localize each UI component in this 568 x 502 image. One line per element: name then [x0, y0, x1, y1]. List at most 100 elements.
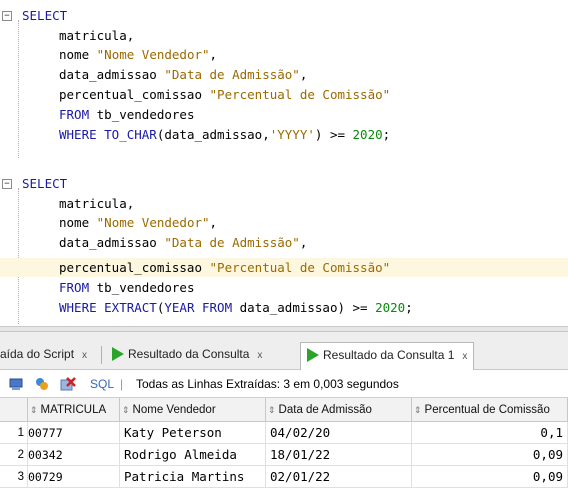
sql-link[interactable]: SQL [90, 370, 114, 398]
sql-string: "Nome Vendedor" [96, 215, 210, 230]
sql-string: 'YYYY' [269, 127, 315, 142]
sql-text: (data_admissao, [156, 127, 270, 142]
sql-table: tb_vendedores [96, 107, 195, 122]
collapse-icon[interactable]: − [2, 179, 12, 189]
sort-icon[interactable]: ⇕ [414, 398, 422, 422]
sql-string: "Percentual de Comissão" [209, 87, 391, 102]
tab-script-output[interactable]: aída do Script x [0, 342, 93, 370]
sql-column: nome [59, 47, 90, 62]
sql-keyword: SELECT [22, 8, 68, 23]
sql-text: ; [382, 127, 391, 142]
code-line[interactable]: − SELECT [0, 6, 568, 25]
code-line[interactable]: − SELECT [0, 174, 568, 193]
close-icon[interactable]: x [257, 350, 262, 361]
sql-keyword: SELECT [22, 176, 68, 191]
sql-number: 2020 [352, 127, 383, 142]
sql-keyword: FROM [59, 107, 90, 122]
cell-nome[interactable]: Rodrigo Almeida [120, 444, 266, 466]
sort-icon[interactable]: ⇕ [268, 398, 276, 422]
sql-number: 2020 [375, 300, 406, 315]
tab-divider [101, 346, 102, 364]
toolbar-divider: | [120, 377, 124, 391]
sql-column: data_admissao [59, 67, 157, 82]
sql-string: "Percentual de Comissão" [209, 260, 391, 275]
tab-query-result-1[interactable]: Resultado da Consulta 1 x [300, 342, 475, 370]
sql-keyword: WHERE EXTRACT [59, 300, 157, 315]
cell-matricula[interactable]: 00342 [28, 444, 120, 466]
sql-text: ) >= [314, 127, 345, 142]
code-line[interactable]: nome "Nome Vendedor", [0, 213, 568, 232]
pin-icon[interactable] [8, 376, 24, 392]
results-tab-bar: aída do Script x Resultado da Consulta x R… [0, 332, 568, 370]
tab-label: aída do Script [0, 347, 75, 361]
code-line[interactable]: WHERE TO_CHAR(data_admissao,'YYYY') >= 2… [0, 125, 568, 144]
cancel-icon[interactable] [60, 376, 76, 392]
column-header-percentual[interactable]: ⇕ Percentual de Comissão [412, 398, 568, 422]
code-line[interactable]: FROM tb_vendedores [0, 105, 568, 124]
tab-label: Resultado da Consulta 1 [323, 348, 455, 362]
tab-label: Resultado da Consulta [128, 347, 250, 361]
sql-column: data_admissao [59, 235, 157, 250]
close-icon[interactable]: x [82, 350, 87, 361]
sort-icon[interactable]: ⇕ [122, 398, 130, 422]
code-line[interactable]: WHERE EXTRACT(YEAR FROM data_admissao) >… [0, 298, 568, 317]
row-number: 3 [0, 466, 28, 488]
code-line[interactable]: percentual_comissao "Percentual de Comis… [0, 85, 568, 104]
sql-text: , [299, 235, 308, 250]
sql-keyword: YEAR FROM [164, 300, 233, 315]
code-line[interactable]: nome "Nome Vendedor", [0, 45, 568, 64]
sql-keyword: FROM [59, 280, 90, 295]
cell-matricula[interactable]: 00777 [28, 422, 120, 444]
table-row[interactable]: 3 00729 Patricia Martins 02/01/22 0,09 [0, 466, 568, 488]
cell-data[interactable]: 18/01/22 [266, 444, 412, 466]
sql-table: tb_vendedores [96, 280, 195, 295]
fetch-status: Todas as Linhas Extraídas: 3 em 0,003 se… [136, 377, 399, 391]
sort-icon[interactable]: ⇕ [30, 398, 38, 422]
column-header-nome[interactable]: ⇕ Nome Vendedor [120, 398, 266, 422]
sql-string: "Data de Admissão" [164, 235, 300, 250]
results-toolbar: SQL | Todas as Linhas Extraídas: 3 em 0,… [0, 370, 568, 398]
sql-text: data_admissao) >= [239, 300, 368, 315]
code-line[interactable]: data_admissao "Data de Admissão", [0, 65, 568, 84]
cell-data[interactable]: 04/02/20 [266, 422, 412, 444]
collapse-icon[interactable]: − [2, 11, 12, 21]
grid-header: ⇕ MATRICULA ⇕ Nome Vendedor ⇕ Data de Admis… [0, 398, 568, 422]
cell-percentual[interactable]: 0,09 [412, 444, 568, 466]
row-number: 2 [0, 444, 28, 466]
cell-data[interactable]: 02/01/22 [266, 466, 412, 488]
cell-percentual[interactable]: 0,1 [412, 422, 568, 444]
sql-text: matricula, [59, 28, 135, 43]
cell-percentual[interactable]: 0,09 [412, 466, 568, 488]
code-line[interactable]: FROM tb_vendedores [0, 278, 568, 297]
code-line-current[interactable]: percentual_comissao "Percentual de Comis… [0, 258, 568, 277]
cell-matricula[interactable]: 00729 [28, 466, 120, 488]
column-header-data[interactable]: ⇕ Data de Admissão [266, 398, 412, 422]
sql-text: , [209, 47, 218, 62]
tab-query-result[interactable]: Resultado da Consulta x [106, 342, 268, 370]
sql-editor[interactable]: − SELECT matricula, nome "Nome Vendedor"… [0, 0, 568, 326]
sql-text: , [209, 215, 218, 230]
table-row[interactable]: 1 00777 Katy Peterson 04/02/20 0,1 [0, 422, 568, 444]
sql-string: "Nome Vendedor" [96, 47, 210, 62]
sql-text: , [299, 67, 308, 82]
close-icon[interactable]: x [462, 351, 467, 362]
table-row[interactable]: 2 00342 Rodrigo Almeida 18/01/22 0,09 [0, 444, 568, 466]
code-line[interactable]: data_admissao "Data de Admissão", [0, 233, 568, 252]
sql-column: percentual_comissao [59, 87, 202, 102]
sql-string: "Data de Admissão" [164, 67, 300, 82]
code-line[interactable]: matricula, [0, 194, 568, 213]
run-icon [112, 347, 124, 361]
cell-nome[interactable]: Patricia Martins [120, 466, 266, 488]
sql-text: matricula, [59, 196, 135, 211]
refresh-icon[interactable] [34, 376, 50, 392]
row-number: 1 [0, 422, 28, 444]
column-header-matricula[interactable]: ⇕ MATRICULA [28, 398, 120, 422]
sql-keyword: WHERE TO_CHAR [59, 127, 157, 142]
run-icon [307, 348, 319, 362]
cell-nome[interactable]: Katy Peterson [120, 422, 266, 444]
row-number-header [0, 398, 28, 422]
sql-text: ; [405, 300, 413, 315]
sql-column: nome [59, 215, 90, 230]
code-line[interactable]: matricula, [0, 26, 568, 45]
sql-column: percentual_comissao [59, 260, 202, 275]
